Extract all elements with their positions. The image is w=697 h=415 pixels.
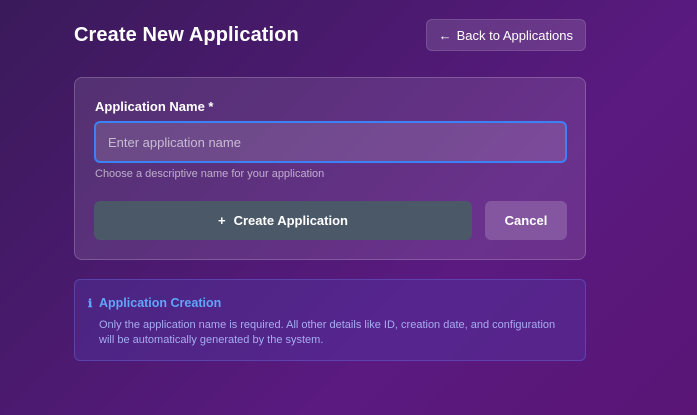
cancel-button[interactable]: Cancel <box>485 201 567 240</box>
application-name-label: Application Name * <box>95 99 214 114</box>
create-application-button[interactable]: + Create Application <box>94 201 472 240</box>
plus-icon: + <box>218 213 226 228</box>
back-button-label: Back to Applications <box>456 27 573 43</box>
page-title: Create New Application <box>74 23 299 46</box>
info-box: ℹ Application Creation Only the applicat… <box>74 279 586 361</box>
info-text: Only the application name is required. A… <box>99 319 556 346</box>
application-name-input[interactable] <box>94 121 567 163</box>
application-name-help: Choose a descriptive name for your appli… <box>95 168 325 180</box>
back-to-applications-button[interactable]: ← Back to Applications <box>425 19 586 51</box>
create-button-label: Create Application <box>233 213 348 228</box>
arrow-left-icon: ← <box>438 27 452 43</box>
create-application-form: Application Name * Choose a descriptive … <box>74 77 586 260</box>
info-title: Application Creation <box>99 296 222 310</box>
page-header: Create New Application ← Back to Applica… <box>74 18 586 52</box>
info-icon: ℹ <box>88 297 93 310</box>
